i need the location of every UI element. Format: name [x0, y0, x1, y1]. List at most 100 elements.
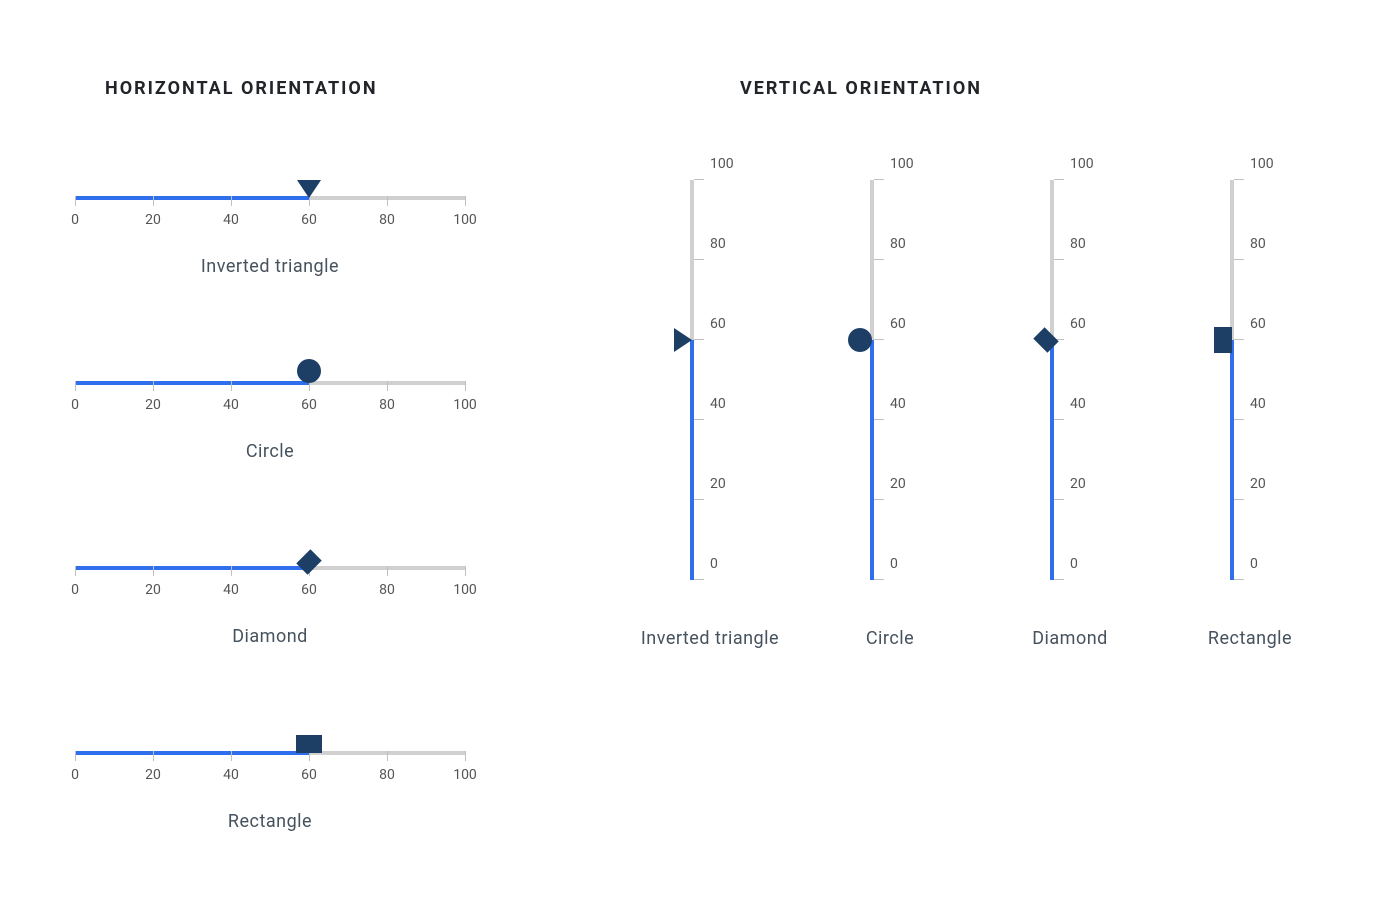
tick-mark	[874, 419, 884, 420]
tick-mark	[75, 196, 76, 206]
section-title-vertical: VERTICAL ORIENTATION	[740, 78, 982, 99]
tick-mark	[874, 499, 884, 500]
slider-fill	[75, 381, 309, 385]
tick-mark	[1234, 499, 1244, 500]
slider-fill	[1050, 340, 1054, 580]
tick-mark	[387, 196, 388, 206]
tick-mark	[694, 579, 704, 580]
tick-mark	[75, 381, 76, 391]
tick-label: 40	[1250, 396, 1266, 412]
slider-diamond-vertical[interactable]: 020406080100	[1020, 180, 1080, 580]
tick-label: 20	[1250, 476, 1266, 492]
slider-handle[interactable]	[1214, 327, 1230, 353]
tick-mark	[75, 566, 76, 576]
tick-mark	[465, 381, 466, 391]
tick-mark	[1234, 579, 1244, 580]
horizontal-slider-block: 020406080100 Inverted triangle	[75, 170, 495, 345]
slider-handle[interactable]	[674, 328, 690, 352]
tick-mark	[1054, 259, 1064, 260]
tick-mark	[231, 196, 232, 206]
tick-label: 0	[71, 397, 79, 413]
rectangle-icon	[1214, 327, 1232, 353]
slider-handle[interactable]	[297, 180, 321, 196]
slider-circle-horizontal[interactable]: 020406080100	[75, 355, 465, 395]
tick-label: 80	[379, 767, 395, 783]
tick-mark	[874, 579, 884, 580]
tick-label: 60	[1070, 316, 1086, 332]
inverted-triangle-icon	[674, 328, 692, 352]
tick-label: 0	[1250, 556, 1258, 572]
inverted-triangle-icon	[297, 180, 321, 198]
slider-handle[interactable]	[296, 735, 322, 751]
tick-mark	[694, 499, 704, 500]
tick-label: 60	[301, 397, 317, 413]
tick-label: 20	[145, 212, 161, 228]
vertical-slider-block: 020406080100 Diamond	[980, 180, 1160, 700]
vertical-slider-block: 020406080100Rectangle	[1160, 180, 1340, 700]
vertical-row: 020406080100Inverted triangle02040608010…	[620, 180, 1340, 700]
tick-label: 80	[890, 236, 906, 252]
slider-caption: Circle	[75, 441, 465, 462]
tick-mark	[1054, 499, 1064, 500]
slider-diamond-horizontal[interactable]: 020406080100	[75, 540, 465, 580]
tick-label: 100	[453, 582, 477, 598]
tick-label: 60	[301, 582, 317, 598]
slider-caption: Circle	[800, 628, 980, 649]
slider-handle[interactable]	[848, 328, 870, 352]
slider-rectangle-vertical[interactable]: 020406080100	[1200, 180, 1260, 580]
tick-label: 80	[710, 236, 726, 252]
diamond-icon	[1033, 327, 1058, 352]
tick-mark	[1234, 179, 1244, 180]
tick-mark	[153, 566, 154, 576]
tick-mark	[1054, 419, 1064, 420]
slider-circle-vertical[interactable]: 020406080100	[840, 180, 900, 580]
tick-label: 80	[1070, 236, 1086, 252]
tick-label: 100	[453, 212, 477, 228]
tick-mark	[694, 419, 704, 420]
slider-caption: Rectangle	[75, 811, 465, 832]
section-title-horizontal: HORIZONTAL ORIENTATION	[105, 78, 378, 99]
slider-fill	[690, 340, 694, 580]
tick-mark	[694, 339, 704, 340]
tick-mark	[387, 566, 388, 576]
tick-label: 0	[710, 556, 718, 572]
slider-fill	[75, 566, 309, 570]
diamond-icon	[296, 549, 321, 574]
tick-mark	[153, 381, 154, 391]
tick-mark	[1234, 419, 1244, 420]
tick-label: 60	[301, 212, 317, 228]
rectangle-icon	[296, 735, 322, 753]
horizontal-slider-block: 020406080100 Rectangle	[75, 725, 495, 900]
slider-caption: Inverted triangle	[75, 256, 465, 277]
tick-mark	[694, 179, 704, 180]
tick-mark	[75, 751, 76, 761]
tick-mark	[874, 259, 884, 260]
tick-mark	[1054, 179, 1064, 180]
horizontal-column: 020406080100Inverted triangle02040608010…	[75, 160, 495, 900]
tick-label: 100	[1250, 156, 1274, 172]
circle-icon	[848, 328, 872, 352]
tick-mark	[153, 196, 154, 206]
tick-mark	[231, 381, 232, 391]
slider-handle[interactable]	[297, 359, 321, 381]
tick-mark	[1234, 339, 1244, 340]
tick-mark	[153, 751, 154, 761]
slider-inverted-triangle-vertical[interactable]: 020406080100	[660, 180, 720, 580]
tick-label: 20	[710, 476, 726, 492]
tick-label: 40	[890, 396, 906, 412]
vertical-slider-block: 020406080100Inverted triangle	[620, 180, 800, 700]
slider-rectangle-horizontal[interactable]: 020406080100	[75, 725, 465, 765]
tick-label: 80	[379, 212, 395, 228]
slider-inverted-triangle-horizontal[interactable]: 020406080100	[75, 170, 465, 210]
tick-label: 60	[890, 316, 906, 332]
tick-label: 40	[223, 397, 239, 413]
tick-label: 0	[71, 582, 79, 598]
tick-label: 100	[890, 156, 914, 172]
tick-mark	[231, 566, 232, 576]
tick-label: 60	[1250, 316, 1266, 332]
vertical-slider-block: 020406080100 Circle	[800, 180, 980, 700]
slider-fill	[75, 196, 309, 200]
tick-label: 40	[223, 767, 239, 783]
tick-label: 80	[1250, 236, 1266, 252]
slider-caption: Diamond	[980, 628, 1160, 649]
